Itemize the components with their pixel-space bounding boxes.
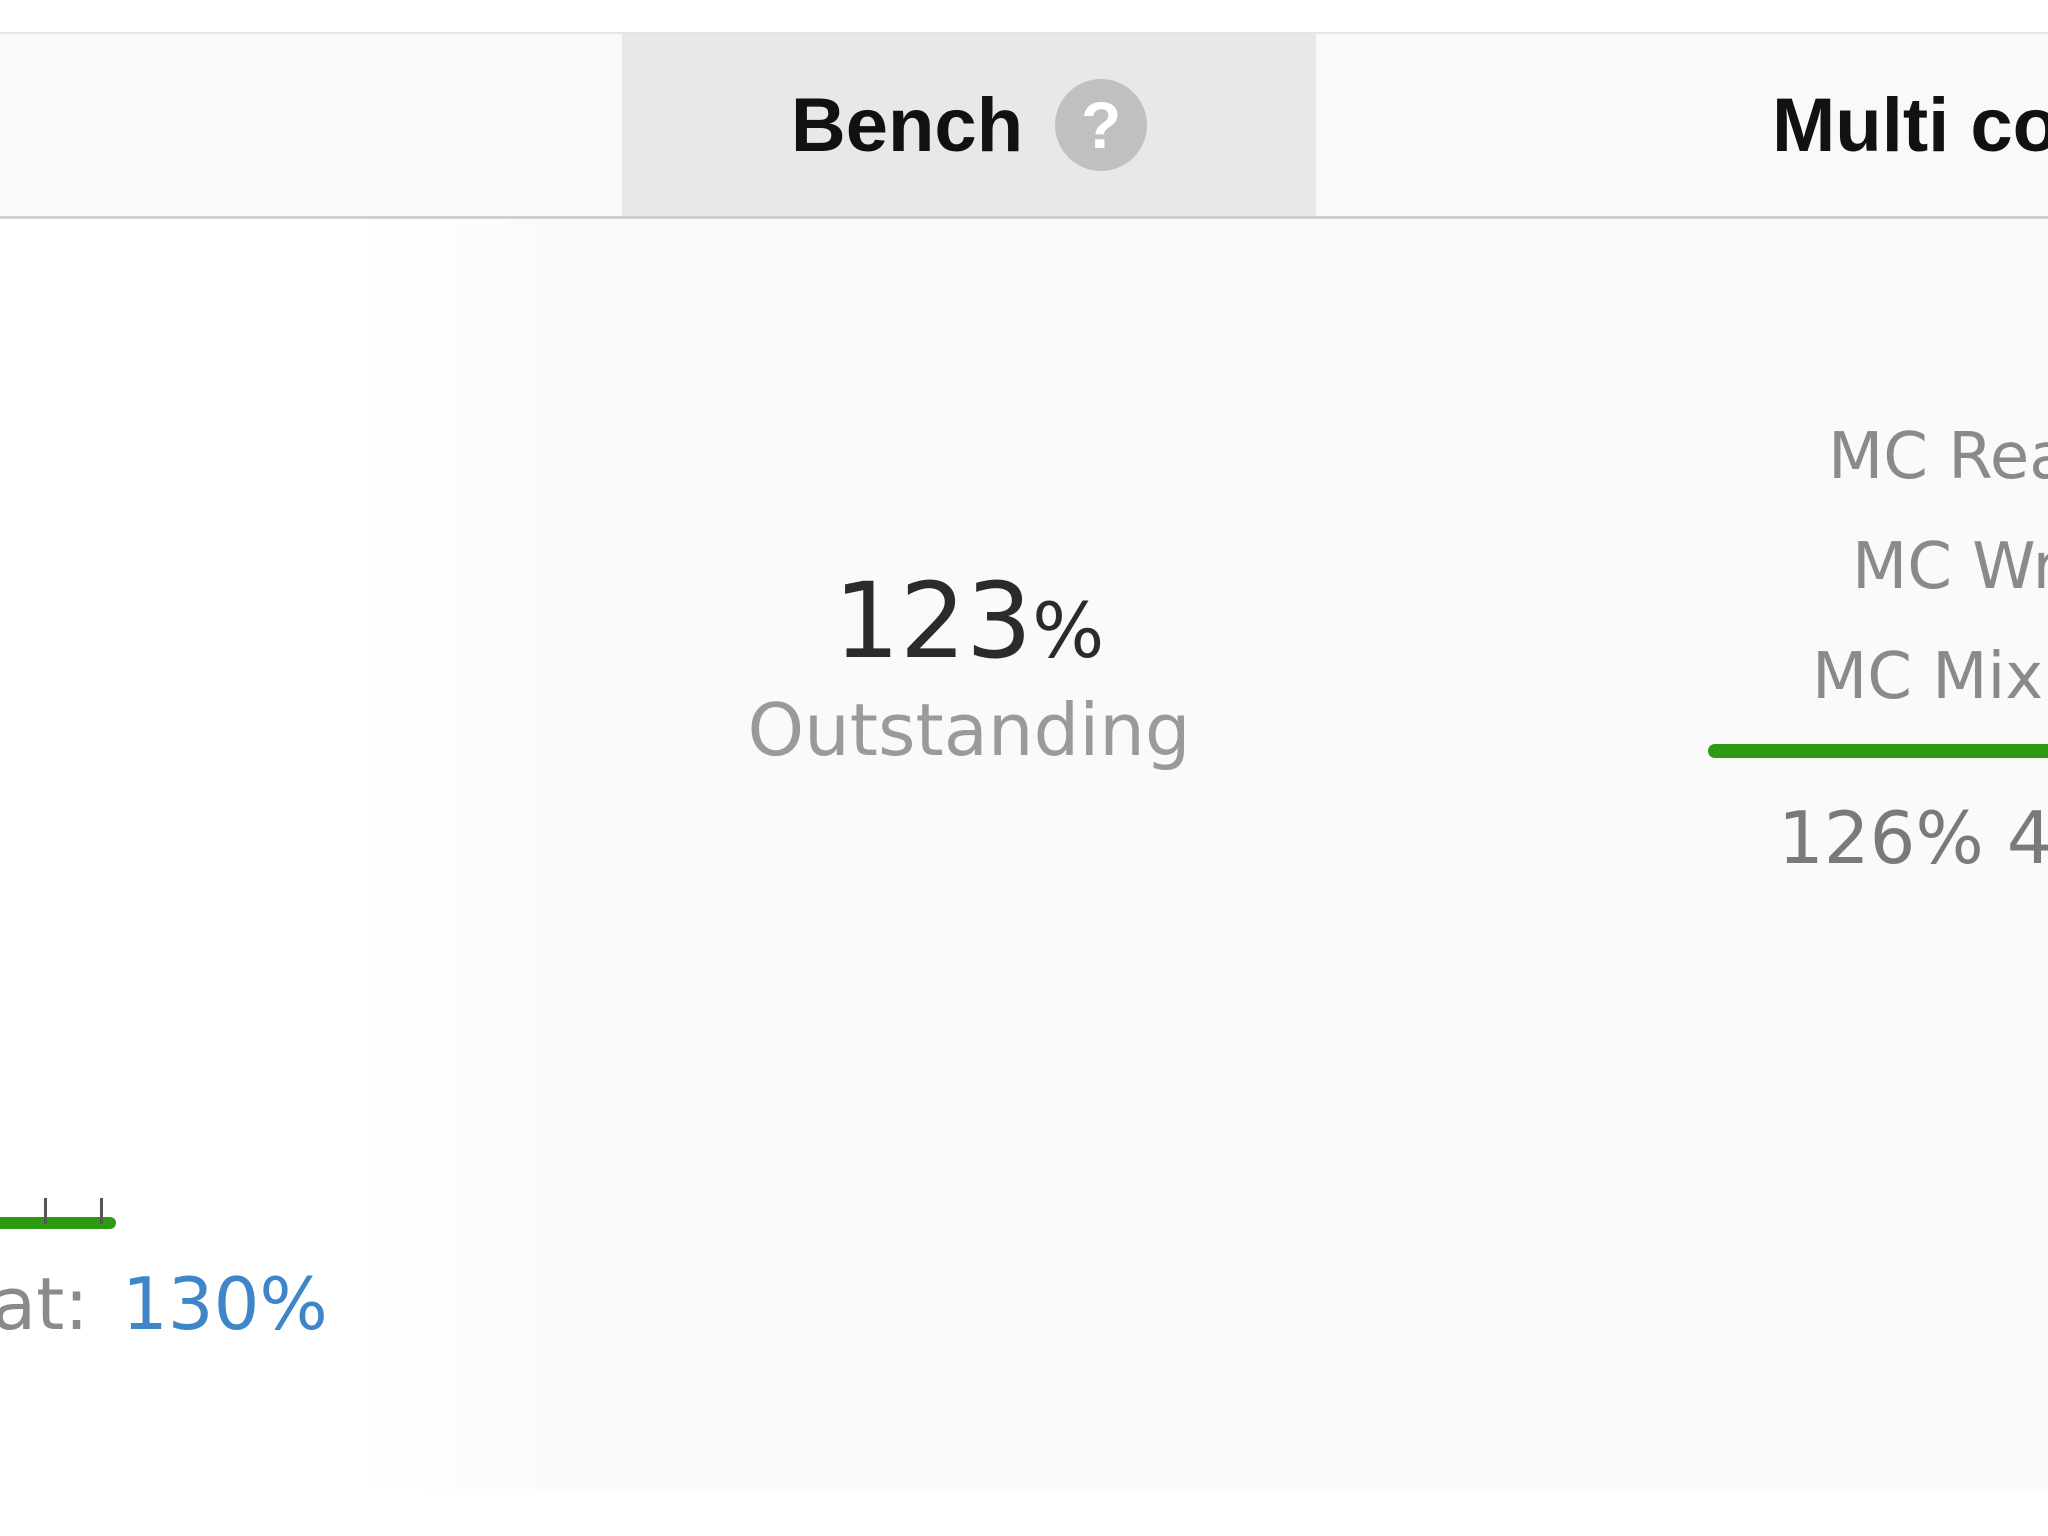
- mc-values-fragment: 126% 4: [1778, 796, 2048, 880]
- bench-score: 123%: [622, 560, 1316, 682]
- bench-rating: Outstanding: [747, 688, 1191, 772]
- mc-mixed-label: MC Mix: [1812, 640, 2044, 714]
- table-header: Bench ? Multi co: [0, 34, 2048, 219]
- page: Bench ? Multi co at: 130% 123% Outstandi…: [0, 0, 2048, 1536]
- left-score-tick: [100, 1198, 103, 1224]
- column-header-bench-label: Bench: [790, 82, 1024, 168]
- mc-read-label: MC Rea: [1828, 420, 2048, 494]
- mc-write-label: MC Wr: [1852, 530, 2048, 604]
- left-label-fragment: at:: [0, 1262, 89, 1346]
- top-strip: [0, 0, 2048, 34]
- bench-score-number: 123: [833, 560, 1033, 682]
- column-header-multi-core[interactable]: Multi co: [1316, 34, 2048, 216]
- bench-score-unit: %: [1032, 586, 1105, 675]
- help-icon[interactable]: ?: [1055, 79, 1148, 171]
- column-header-bench[interactable]: Bench ?: [622, 34, 1316, 216]
- left-score-tick: [44, 1198, 47, 1224]
- mc-score-bar: [1708, 744, 2048, 758]
- left-score-bar: [0, 1217, 116, 1229]
- left-value-link[interactable]: 130%: [122, 1262, 328, 1346]
- column-header-multi-core-label: Multi co: [1772, 82, 2048, 168]
